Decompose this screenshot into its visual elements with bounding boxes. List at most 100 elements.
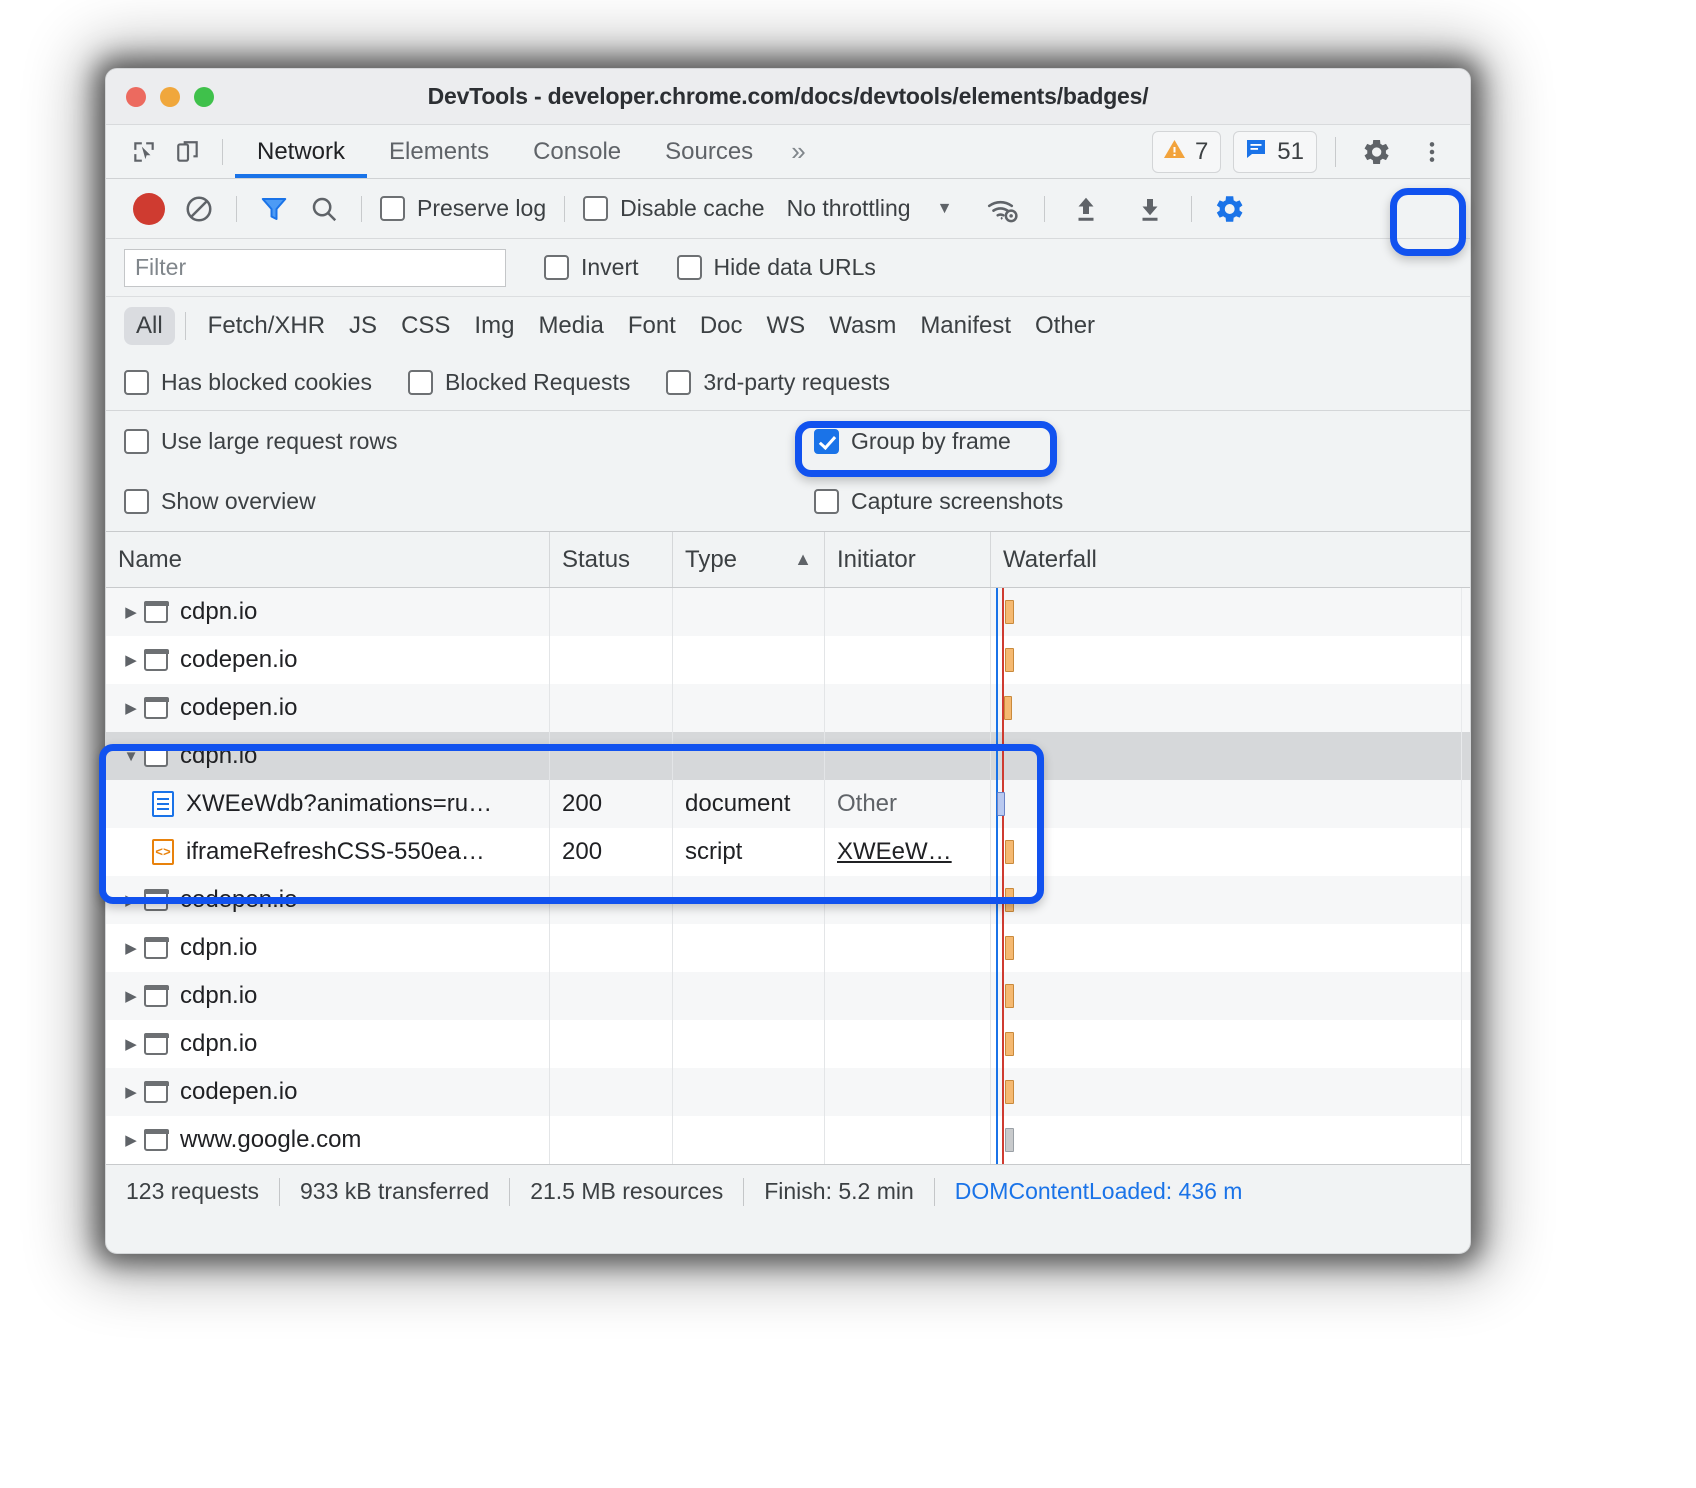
- messages-badge[interactable]: 51: [1233, 131, 1317, 173]
- chevron-down-icon[interactable]: ▼: [118, 748, 144, 765]
- clear-prohibited-icon[interactable]: [174, 187, 224, 231]
- capture-screenshots-checkbox[interactable]: Capture screenshots: [814, 488, 1063, 515]
- third-party-requests-checkbox[interactable]: 3rd-party requests: [666, 369, 890, 396]
- column-header-initiator[interactable]: Initiator: [825, 532, 991, 587]
- row-name-cell: ▶ codepen.io: [106, 684, 550, 732]
- filter-input[interactable]: Filter: [124, 249, 506, 287]
- column-header-status[interactable]: Status: [550, 532, 673, 587]
- chevron-right-icon[interactable]: ▶: [118, 699, 144, 717]
- capture-screenshots-box[interactable]: [814, 489, 839, 514]
- network-settings-gear-icon[interactable]: [1204, 187, 1254, 231]
- show-overview-box[interactable]: [124, 489, 149, 514]
- column-header-name[interactable]: Name: [106, 532, 550, 587]
- use-large-request-rows-checkbox[interactable]: Use large request rows: [124, 428, 398, 455]
- tab-sources[interactable]: Sources: [643, 125, 775, 178]
- tabbar-right-controls: 7 51: [1152, 130, 1470, 174]
- row-initiator-cell[interactable]: XWEeW…: [825, 828, 991, 876]
- warning-triangle-icon: [1162, 137, 1187, 166]
- column-header-type-label: Type: [685, 546, 737, 574]
- blocked-filters-row: Has blocked cookies Blocked Requests 3rd…: [106, 355, 1470, 411]
- table-row[interactable]: ▶ cdpn.io: [106, 1020, 1470, 1068]
- close-window-button[interactable]: [126, 87, 146, 107]
- has-blocked-cookies-box[interactable]: [124, 370, 149, 395]
- chevron-right-icon[interactable]: ▶: [118, 1131, 144, 1149]
- download-arrow-icon[interactable]: [1125, 187, 1175, 231]
- table-row[interactable]: ▶ cdpn.io: [106, 588, 1470, 636]
- column-header-type[interactable]: Type ▲: [673, 532, 825, 587]
- show-overview-checkbox[interactable]: Show overview: [124, 488, 316, 515]
- chevron-right-icon[interactable]: ▶: [118, 987, 144, 1005]
- table-row[interactable]: <> iframeRefreshCSS-550ea… 200 script XW…: [106, 828, 1470, 876]
- type-filter-other[interactable]: Other: [1023, 307, 1107, 345]
- disable-cache-box[interactable]: [583, 196, 608, 221]
- search-icon[interactable]: [299, 187, 349, 231]
- type-filter-manifest[interactable]: Manifest: [908, 307, 1023, 345]
- type-filter-img[interactable]: Img: [462, 307, 526, 345]
- row-initiator-link[interactable]: XWEeW…: [837, 838, 952, 866]
- tab-network[interactable]: Network: [235, 125, 367, 178]
- inspect-cursor-icon[interactable]: [122, 132, 166, 172]
- table-row[interactable]: ▶ codepen.io: [106, 876, 1470, 924]
- has-blocked-cookies-checkbox[interactable]: Has blocked cookies: [124, 369, 372, 396]
- type-filter-ws[interactable]: WS: [755, 307, 818, 345]
- throttling-value: No throttling: [787, 195, 911, 221]
- chevron-right-icon[interactable]: ▶: [118, 1083, 144, 1101]
- table-row[interactable]: ▶ www.google.com: [106, 1116, 1470, 1164]
- hide-data-urls-checkbox[interactable]: Hide data URLs: [677, 254, 876, 281]
- more-vertical-icon[interactable]: [1410, 130, 1454, 174]
- minimize-window-button[interactable]: [160, 87, 180, 107]
- table-row[interactable]: ▼ cdpn.io: [106, 732, 1470, 780]
- table-row[interactable]: XWEeWdb?animations=ru… 200 document Othe…: [106, 780, 1470, 828]
- maximize-window-button[interactable]: [194, 87, 214, 107]
- chevron-right-icon[interactable]: ▶: [118, 1035, 144, 1053]
- type-filter-media[interactable]: Media: [526, 307, 615, 345]
- more-tabs-button[interactable]: »: [775, 125, 821, 178]
- tab-console[interactable]: Console: [511, 125, 643, 178]
- devtools-window: DevTools - developer.chrome.com/docs/dev…: [105, 68, 1471, 1254]
- preserve-log-box[interactable]: [380, 196, 405, 221]
- wifi-settings-icon[interactable]: [978, 187, 1028, 231]
- row-status-cell: [550, 732, 673, 780]
- blocked-requests-box[interactable]: [408, 370, 433, 395]
- row-type-cell: [673, 684, 825, 732]
- device-toolbar-icon[interactable]: [166, 132, 210, 172]
- use-large-request-rows-box[interactable]: [124, 429, 149, 454]
- type-filter-all[interactable]: All: [124, 307, 175, 345]
- record-circle-icon[interactable]: [124, 187, 174, 231]
- invert-checkbox[interactable]: Invert: [544, 254, 639, 281]
- frame-icon: [144, 985, 168, 1007]
- row-name-label: cdpn.io: [180, 1030, 257, 1058]
- funnel-filter-icon[interactable]: [249, 187, 299, 231]
- chevron-down-icon[interactable]: ▼: [937, 200, 953, 218]
- hide-data-urls-box[interactable]: [677, 255, 702, 280]
- chevron-right-icon[interactable]: ▶: [118, 603, 144, 621]
- blocked-requests-checkbox[interactable]: Blocked Requests: [408, 369, 630, 396]
- row-initiator-cell: [825, 1068, 991, 1116]
- throttling-dropdown[interactable]: No throttling: [787, 195, 911, 222]
- gear-icon[interactable]: [1354, 130, 1398, 174]
- upload-arrow-icon[interactable]: [1061, 187, 1111, 231]
- type-filter-css[interactable]: CSS: [389, 307, 462, 345]
- disable-cache-checkbox[interactable]: Disable cache: [583, 195, 764, 222]
- type-filter-js[interactable]: JS: [337, 307, 389, 345]
- third-party-requests-box[interactable]: [666, 370, 691, 395]
- warnings-badge[interactable]: 7: [1152, 131, 1221, 173]
- group-by-frame-checkbox[interactable]: Group by frame: [814, 428, 1011, 455]
- type-filter-wasm[interactable]: Wasm: [817, 307, 908, 345]
- table-row[interactable]: ▶ codepen.io: [106, 1068, 1470, 1116]
- tab-elements[interactable]: Elements: [367, 125, 511, 178]
- chevron-right-icon[interactable]: ▶: [118, 891, 144, 909]
- chevron-right-icon[interactable]: ▶: [118, 939, 144, 957]
- type-filter-font[interactable]: Font: [616, 307, 688, 345]
- preserve-log-checkbox[interactable]: Preserve log: [380, 195, 546, 222]
- table-row[interactable]: ▶ cdpn.io: [106, 972, 1470, 1020]
- table-row[interactable]: ▶ cdpn.io: [106, 924, 1470, 972]
- invert-box[interactable]: [544, 255, 569, 280]
- chevron-right-icon[interactable]: ▶: [118, 651, 144, 669]
- group-by-frame-box[interactable]: [814, 429, 839, 454]
- table-row[interactable]: ▶ codepen.io: [106, 636, 1470, 684]
- column-header-waterfall[interactable]: Waterfall: [991, 532, 1470, 587]
- type-filter-fetch-xhr[interactable]: Fetch/XHR: [196, 307, 337, 345]
- table-row[interactable]: ▶ codepen.io: [106, 684, 1470, 732]
- type-filter-doc[interactable]: Doc: [688, 307, 755, 345]
